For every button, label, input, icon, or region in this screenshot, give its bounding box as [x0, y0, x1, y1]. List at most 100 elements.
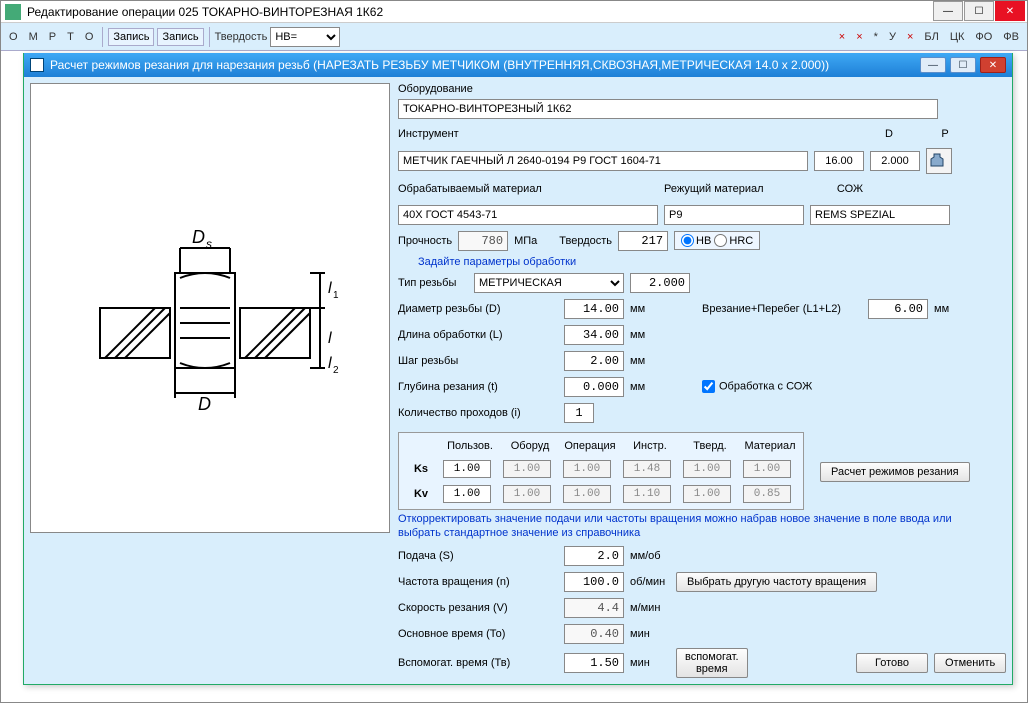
- tb-r8[interactable]: ФО: [971, 29, 996, 45]
- cancel-button[interactable]: Отменить: [934, 653, 1006, 673]
- kv-1: [503, 485, 551, 503]
- strength-unit: МПа: [514, 235, 537, 247]
- d-value[interactable]: 16.00: [814, 151, 864, 171]
- dialog-titlebar: Расчет режимов резания для нарезания рез…: [24, 53, 1012, 77]
- step-input[interactable]: [564, 351, 624, 371]
- instrument-label: Инструмент: [398, 128, 858, 140]
- main-title: Редактирование операции 025 ТОКАРНО-ВИНТ…: [27, 5, 383, 19]
- svg-text:l: l: [328, 355, 332, 372]
- svg-text:l: l: [328, 280, 332, 297]
- vrez-label: Врезание+Перебег (L1+L2): [702, 303, 862, 315]
- len-label: Длина обработки (L): [398, 329, 558, 341]
- equipment-label: Оборудование: [398, 83, 1006, 95]
- diam-label: Диаметр резьбы (D): [398, 303, 558, 315]
- hb-radio[interactable]: HB: [681, 235, 711, 247]
- tb-r9[interactable]: ФВ: [999, 29, 1023, 45]
- hb-select[interactable]: HB=: [270, 27, 340, 47]
- step-unit: мм: [630, 355, 670, 367]
- dlg-maximize-button[interactable]: ☐: [950, 57, 976, 73]
- tool-icon[interactable]: [926, 148, 952, 174]
- tb-r6[interactable]: БЛ: [920, 29, 942, 45]
- svg-text:1: 1: [333, 290, 339, 301]
- coef-h0: Пользов.: [443, 440, 497, 452]
- aux-time-button[interactable]: вспомогат. время: [676, 648, 748, 678]
- svg-text:s: s: [206, 237, 212, 251]
- diam-input[interactable]: [564, 299, 624, 319]
- close-button[interactable]: ✕: [995, 1, 1025, 21]
- app-icon: [5, 4, 21, 20]
- diam-unit: мм: [630, 303, 670, 315]
- feed-unit: мм/об: [630, 550, 670, 562]
- cool-field[interactable]: REMS SPEZIAL: [810, 205, 950, 225]
- feed-input[interactable]: [564, 546, 624, 566]
- minimize-button[interactable]: —: [933, 1, 963, 21]
- thread-type-select[interactable]: МЕТРИЧЕСКАЯ: [474, 273, 624, 293]
- rpm-button[interactable]: Выбрать другую частоту вращения: [676, 572, 877, 592]
- cool-checkbox[interactable]: Обработка с СОЖ: [702, 380, 812, 393]
- done-button[interactable]: Готово: [856, 653, 928, 673]
- kv-3: [623, 485, 671, 503]
- hrc-radio[interactable]: HRC: [714, 235, 753, 247]
- tb-r7[interactable]: ЦК: [946, 29, 969, 45]
- aux-time-input[interactable]: [564, 653, 624, 673]
- depth-label: Глубина резания (t): [398, 381, 558, 393]
- ks-4: [683, 460, 731, 478]
- svg-text:D: D: [192, 227, 205, 247]
- zapis1-button[interactable]: Запись: [108, 28, 154, 46]
- tb-r2[interactable]: ×: [852, 29, 866, 45]
- depth-input[interactable]: [564, 377, 624, 397]
- speed-unit: м/мин: [630, 602, 670, 614]
- tb-t[interactable]: Т: [63, 29, 78, 45]
- tb-o[interactable]: О: [5, 29, 22, 45]
- kv-label: Kv: [405, 488, 437, 500]
- main-window: Редактирование операции 025 ТОКАРНО-ВИНТ…: [0, 0, 1028, 703]
- d-label: D: [864, 128, 914, 140]
- material-field[interactable]: 40Х ГОСТ 4543-71: [398, 205, 658, 225]
- ks-1: [503, 460, 551, 478]
- thread-pitch-box[interactable]: [630, 273, 690, 293]
- tb-r5[interactable]: ×: [903, 29, 917, 45]
- maximize-button[interactable]: ☐: [964, 1, 994, 21]
- cool-label: СОЖ: [810, 183, 890, 195]
- ks-0[interactable]: [443, 460, 491, 478]
- speed-label: Скорость резания (V): [398, 602, 558, 614]
- kv-0[interactable]: [443, 485, 491, 503]
- tb-m[interactable]: М: [25, 29, 42, 45]
- coef-h3: Инстр.: [623, 440, 677, 452]
- hardness-input[interactable]: [618, 231, 668, 251]
- calc-button[interactable]: Расчет режимов резания: [820, 462, 970, 482]
- main-time-label: Основное время (То): [398, 628, 558, 640]
- params-link[interactable]: Задайте параметры обработки: [418, 256, 1006, 268]
- depth-unit: мм: [630, 381, 670, 393]
- instrument-field[interactable]: МЕТЧИК ГАЕЧНЫЙ Л 2640-0194 Р9 ГОСТ 1604-…: [398, 151, 808, 171]
- thread-type-label: Тип резьбы: [398, 277, 468, 289]
- tb-r3[interactable]: *: [870, 29, 882, 45]
- vrez-input[interactable]: [868, 299, 928, 319]
- thread-drawing: Ds D l1 l l2: [80, 178, 340, 438]
- cut-material-field[interactable]: P9: [664, 205, 804, 225]
- kv-2: [563, 485, 611, 503]
- rpm-input[interactable]: [564, 572, 624, 592]
- zapis2-button[interactable]: Запись: [157, 28, 203, 46]
- hardness-radio-group: HB HRC: [674, 231, 760, 250]
- main-toolbar: О М Р Т О Запись Запись Твердость HB= × …: [1, 23, 1027, 51]
- tb-r4[interactable]: У: [885, 29, 900, 45]
- tb-r1[interactable]: ×: [835, 29, 849, 45]
- dlg-close-button[interactable]: ✕: [980, 57, 1006, 73]
- p-value[interactable]: 2.000: [870, 151, 920, 171]
- tb-o2[interactable]: О: [81, 29, 98, 45]
- main-time-unit: мин: [630, 628, 670, 640]
- dlg-minimize-button[interactable]: —: [920, 57, 946, 73]
- dialog-title: Расчет режимов резания для нарезания рез…: [50, 58, 914, 72]
- tb-r[interactable]: Р: [45, 29, 60, 45]
- calc-dialog: Расчет режимов резания для нарезания рез…: [23, 53, 1013, 685]
- equipment-field[interactable]: ТОКАРНО-ВИНТОРЕЗНЫЙ 1К62: [398, 99, 938, 119]
- p-label: P: [920, 128, 970, 140]
- len-input[interactable]: [564, 325, 624, 345]
- passes-input[interactable]: [564, 403, 594, 423]
- ks-2: [563, 460, 611, 478]
- tverdost-label: Твердость: [215, 31, 268, 43]
- strength-label: Прочность: [398, 235, 452, 247]
- rpm-unit: об/мин: [630, 576, 670, 588]
- ks-3: [623, 460, 671, 478]
